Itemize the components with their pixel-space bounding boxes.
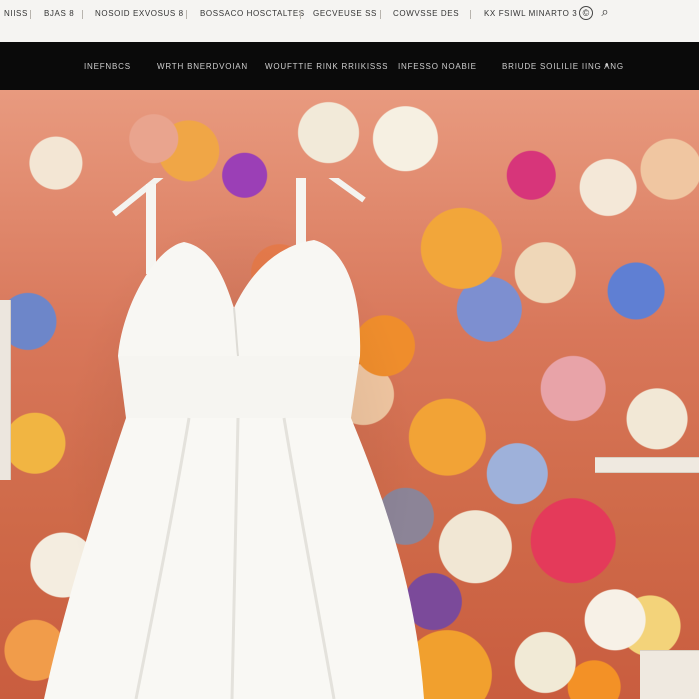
top-link-1[interactable]: NIISS: [4, 9, 28, 18]
hero-image: [0, 90, 699, 699]
top-link-2[interactable]: BJAS 8: [44, 9, 74, 18]
shelf: [595, 457, 699, 473]
top-link-6[interactable]: COWVSSE DES: [393, 9, 459, 18]
nav-item-1[interactable]: INEFNBCS: [84, 62, 131, 71]
top-link-4[interactable]: BOSSACO HOSCTALTES: [200, 9, 305, 18]
search-icon[interactable]: ⌕: [598, 5, 612, 20]
utility-header: NIISS BJAS 8 NOSOID EXVOSUS 8 BOSSACO HO…: [0, 0, 699, 43]
divider: [300, 10, 301, 19]
white-dress-illustration: [44, 178, 424, 699]
top-link-3[interactable]: NOSOID EXVOSUS 8: [95, 9, 184, 18]
nav-item-4[interactable]: INFESSO NOABIE: [398, 62, 477, 71]
divider: [186, 10, 187, 19]
account-link[interactable]: KX FSIWL MINARTO 3: [484, 9, 577, 18]
nav-item-2[interactable]: WRTH BNERDVOIAN: [157, 62, 248, 71]
top-link-5[interactable]: GECVEUSE SS: [313, 9, 377, 18]
frame-edge: [0, 300, 11, 480]
nav-more-marker[interactable]: •: [605, 60, 609, 71]
user-icon[interactable]: ©: [579, 6, 593, 20]
main-navigation: INEFNBCS WRTH BNERDVOIAN WOUFTTIE RINK R…: [0, 42, 699, 90]
divider: [470, 10, 471, 19]
divider: [380, 10, 381, 19]
divider: [82, 10, 83, 19]
vase: [640, 650, 699, 699]
nav-item-3[interactable]: WOUFTTIE RINK RRIIKISSS: [265, 62, 388, 71]
divider: [30, 10, 31, 19]
